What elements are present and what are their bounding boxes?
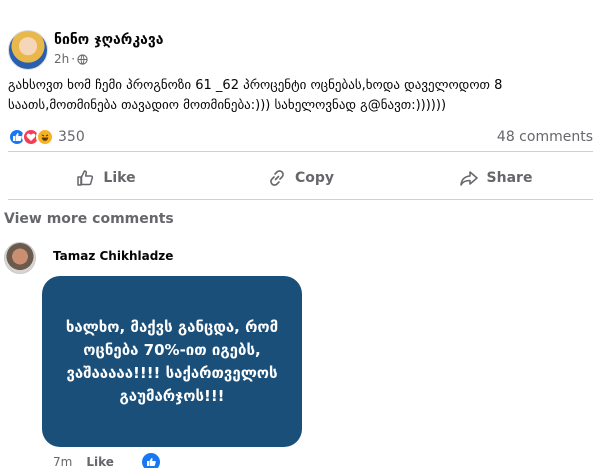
share-button[interactable]: Share [398,160,593,196]
commenter-avatar[interactable] [4,242,36,274]
divider [8,199,593,200]
post-stats: 350 48 comments [8,126,593,148]
divider [8,151,593,152]
post-author-name[interactable]: ნინო ჯღარკავა [54,32,164,48]
copy-button[interactable]: Copy [203,160,398,196]
comment-image-text: ხალხო, მაქვს განცდა, რომ ოცნება 70%-ით ი… [65,317,279,405]
post-meta: 2h · [54,52,88,66]
author-avatar[interactable] [8,30,48,70]
comment-footer: 7m Like [53,453,160,468]
share-icon [459,171,478,186]
comment-like-link[interactable]: Like [86,455,114,468]
copy-icon [270,170,284,186]
post-text: გახსოვთ ხომ ჩემი პროგნოზი 61 _62 პროცენტ… [8,78,503,113]
like-label: Like [103,170,136,186]
like-reaction-icon [141,453,160,468]
comment-image[interactable]: ხალხო, მაქვს განცდა, რომ ოცნება 70%-ით ი… [42,276,302,447]
comment-time[interactable]: 7m [53,455,72,468]
reactions-summary[interactable]: 350 [8,128,85,146]
view-more-comments-link[interactable]: View more comments [4,211,174,227]
like-button[interactable]: Like [8,160,203,196]
reaction-count: 350 [58,129,85,145]
comment-author-name[interactable]: Tamaz Chikhladze [53,249,173,263]
haha-reaction-icon [36,128,54,146]
share-label: Share [486,170,533,186]
copy-label: Copy [294,170,335,186]
globe-icon [77,53,88,65]
meta-separator: · [71,52,76,66]
post-actions: Like Copy Share [8,160,593,196]
like-icon [77,170,94,186]
post-time[interactable]: 2h [54,52,69,66]
post-header: ნინო ჯღარკავა 2h · [8,30,408,74]
comment-count[interactable]: 48 comments [497,129,593,145]
